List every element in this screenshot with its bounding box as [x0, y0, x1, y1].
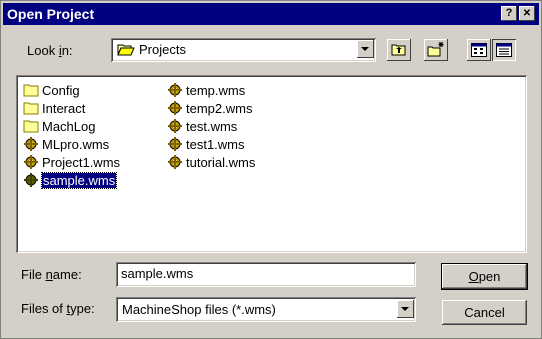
project-file-icon	[167, 119, 183, 133]
project-file-icon	[167, 155, 183, 169]
list-item[interactable]: test1.wms	[167, 135, 245, 153]
folder-icon	[23, 119, 39, 133]
look-in-dropdown-button[interactable]	[357, 40, 374, 58]
list-item[interactable]: Interact	[23, 99, 85, 117]
file-type-label: Files of type:	[21, 301, 95, 316]
project-file-icon	[167, 101, 183, 115]
new-folder-icon	[427, 42, 444, 57]
window-title: Open Project	[7, 6, 95, 22]
list-item-selected[interactable]: sample.wms	[23, 171, 118, 189]
close-button[interactable]: ✕	[519, 6, 535, 21]
folder-open-icon	[117, 44, 135, 56]
folder-icon	[23, 101, 39, 115]
project-file-icon	[23, 173, 39, 187]
cancel-button[interactable]: Cancel	[442, 300, 527, 325]
open-button[interactable]: Open	[441, 263, 528, 290]
list-view-button[interactable]	[467, 39, 491, 61]
details-view-button[interactable]	[492, 39, 516, 61]
file-list[interactable]: Config Interact MachLog MLpro.wms Projec…	[16, 75, 527, 253]
list-item[interactable]: Config	[23, 81, 80, 99]
new-folder-button[interactable]	[424, 39, 448, 61]
project-file-icon	[23, 155, 39, 169]
file-name-label: File name:	[21, 267, 82, 282]
list-item[interactable]: temp.wms	[167, 81, 245, 99]
file-type-dropdown-button[interactable]	[397, 300, 414, 318]
project-file-icon	[167, 83, 183, 97]
list-item[interactable]: MLpro.wms	[23, 135, 109, 153]
list-item[interactable]: tutorial.wms	[167, 153, 255, 171]
file-name-input[interactable]	[121, 266, 401, 281]
list-item[interactable]: temp2.wms	[167, 99, 252, 117]
folder-icon	[23, 83, 39, 97]
up-one-level-button[interactable]	[387, 39, 411, 61]
look-in-value: Projects	[139, 42, 186, 57]
list-item[interactable]: MachLog	[23, 117, 95, 135]
details-view-icon	[496, 43, 512, 57]
up-one-level-icon	[391, 44, 406, 56]
list-item[interactable]: Project1.wms	[23, 153, 120, 171]
file-name-field[interactable]	[116, 262, 416, 287]
help-button[interactable]: ?	[501, 6, 517, 21]
file-type-value: MachineShop files (*.wms)	[122, 302, 276, 317]
open-project-dialog: Open Project ? ✕ Look in: Projects Confi…	[0, 0, 542, 339]
file-type-combo[interactable]: MachineShop files (*.wms)	[116, 297, 416, 322]
list-view-icon	[471, 43, 487, 57]
look-in-label: Look in:	[27, 43, 73, 58]
project-file-icon	[23, 137, 39, 151]
look-in-combo[interactable]: Projects	[111, 38, 376, 62]
list-item[interactable]: test.wms	[167, 117, 237, 135]
project-file-icon	[167, 137, 183, 151]
title-bar[interactable]: Open Project ? ✕	[3, 3, 539, 25]
